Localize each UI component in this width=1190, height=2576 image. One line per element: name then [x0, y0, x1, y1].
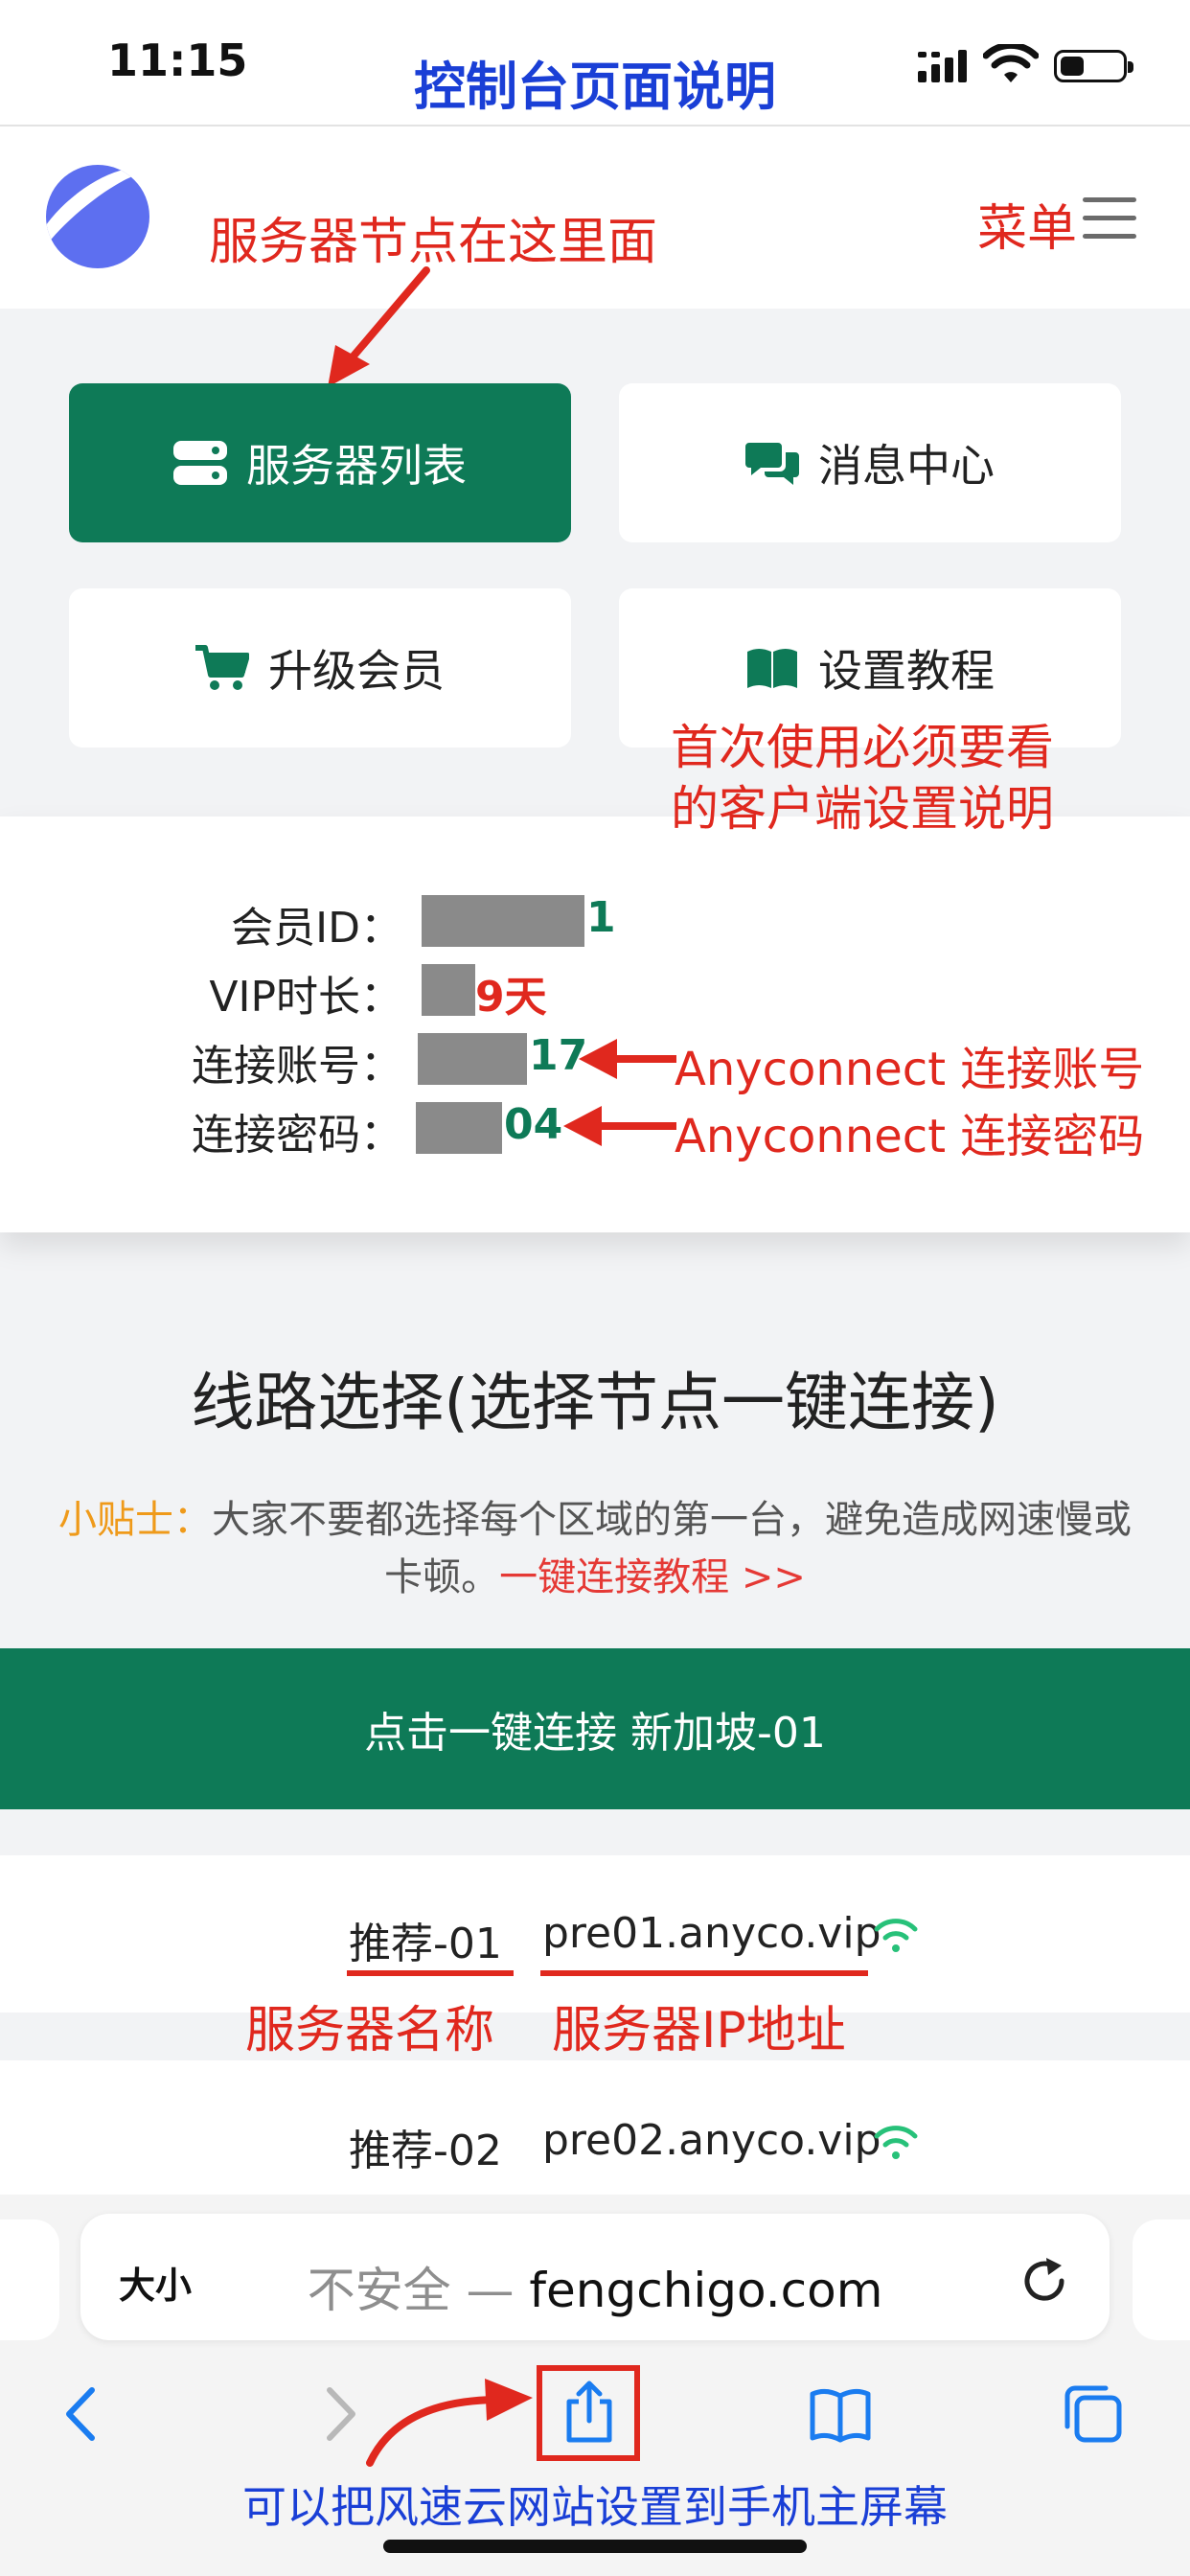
arrow-left-icon [579, 1039, 676, 1079]
server-host: pre01.anyco.vip [542, 1909, 881, 1958]
arrow-curved-icon [366, 2379, 533, 2467]
cart-icon [195, 645, 249, 690]
annotation-homescreen: 可以把风速云网站设置到手机主屏幕 [242, 2481, 948, 2533]
server-host: pre02.anyco.vip [542, 2116, 881, 2165]
account-label: 连接账号： [192, 1042, 402, 1091]
connect-button-label: 点击一键连接 新加坡-01 [364, 1709, 826, 1758]
one-click-connect-button[interactable]: 点击一键连接 新加坡-01 [0, 1648, 1190, 1809]
url-display[interactable]: 不安全 — fengchigo.com [0, 2252, 1190, 2321]
battery-icon [1054, 50, 1133, 82]
message-center-button[interactable]: 消息中心 [619, 383, 1121, 542]
arrow-annotation-icon [328, 266, 430, 387]
vip-duration-value: 9天 [475, 973, 547, 1022]
member-id-label: 会员ID： [231, 904, 402, 953]
masked-value [416, 1102, 502, 1154]
insecure-label: 不安全 — [307, 2263, 515, 2318]
line-selection-title: 线路选择(选择节点一键连接) [191, 1366, 999, 1439]
annotation-tutorial-line2: 的客户端设置说明 [671, 781, 1054, 837]
password-label: 连接密码： [192, 1111, 402, 1160]
password-value: 04 [504, 1100, 563, 1149]
menu-icon[interactable] [1083, 197, 1136, 240]
signal-strength-icon [874, 1919, 918, 1952]
account-info-panel [0, 816, 1190, 1232]
site-logo[interactable] [46, 165, 149, 268]
masked-value [422, 895, 584, 947]
masked-value [418, 1033, 527, 1085]
underline-annotation [540, 1970, 868, 1976]
upgrade-member-label: 升级会员 [268, 645, 445, 697]
annotation-server-name: 服务器名称 [245, 2002, 495, 2059]
tabs-icon[interactable] [1060, 2380, 1127, 2448]
one-click-tutorial-link[interactable]: 一键连接教程 >> [499, 1555, 806, 1599]
home-indicator [383, 2540, 807, 2553]
cellular-signal-icon [918, 50, 967, 82]
underline-annotation [347, 1970, 514, 1976]
vip-duration-label: VIP时长： [209, 973, 402, 1022]
server-icon [173, 441, 227, 485]
server-name: 推荐-01 [349, 1920, 502, 1968]
back-icon[interactable] [50, 2380, 117, 2448]
annotation-server-ip: 服务器IP地址 [552, 2002, 846, 2059]
arrow-left-icon [563, 1106, 676, 1146]
tip-label: 小贴士： [58, 1498, 212, 1542]
wifi-icon [983, 44, 1039, 82]
annotation-tutorial-line1: 首次使用必须要看 [671, 720, 1054, 775]
server-list-button[interactable]: 服务器列表 [69, 383, 571, 542]
upgrade-member-button[interactable]: 升级会员 [69, 588, 571, 748]
setup-tutorial-label: 设置教程 [818, 645, 995, 697]
annotation-menu: 菜单 [977, 200, 1078, 258]
signal-strength-icon [874, 2126, 918, 2159]
tips-text: 小贴士：大家不要都选择每个区域的第一台，避免造成网速慢或卡顿。一键连接教程 >> [57, 1491, 1133, 1606]
book-icon [747, 649, 797, 688]
domain-text: fengchigo.com [529, 2263, 883, 2318]
annotation-password: Anyconnect 连接密码 [675, 1110, 1145, 1163]
annotation-account: Anyconnect 连接账号 [675, 1043, 1145, 1096]
member-id-value: 1 [586, 893, 616, 942]
server-list-label: 服务器列表 [246, 440, 467, 492]
reload-icon[interactable] [1019, 2256, 1069, 2306]
bookmarks-icon[interactable] [807, 2380, 874, 2448]
chat-icon [745, 443, 799, 485]
server-name: 推荐-02 [349, 2127, 502, 2175]
share-icon[interactable] [556, 2379, 623, 2446]
masked-value [422, 964, 475, 1016]
message-center-label: 消息中心 [818, 440, 995, 492]
